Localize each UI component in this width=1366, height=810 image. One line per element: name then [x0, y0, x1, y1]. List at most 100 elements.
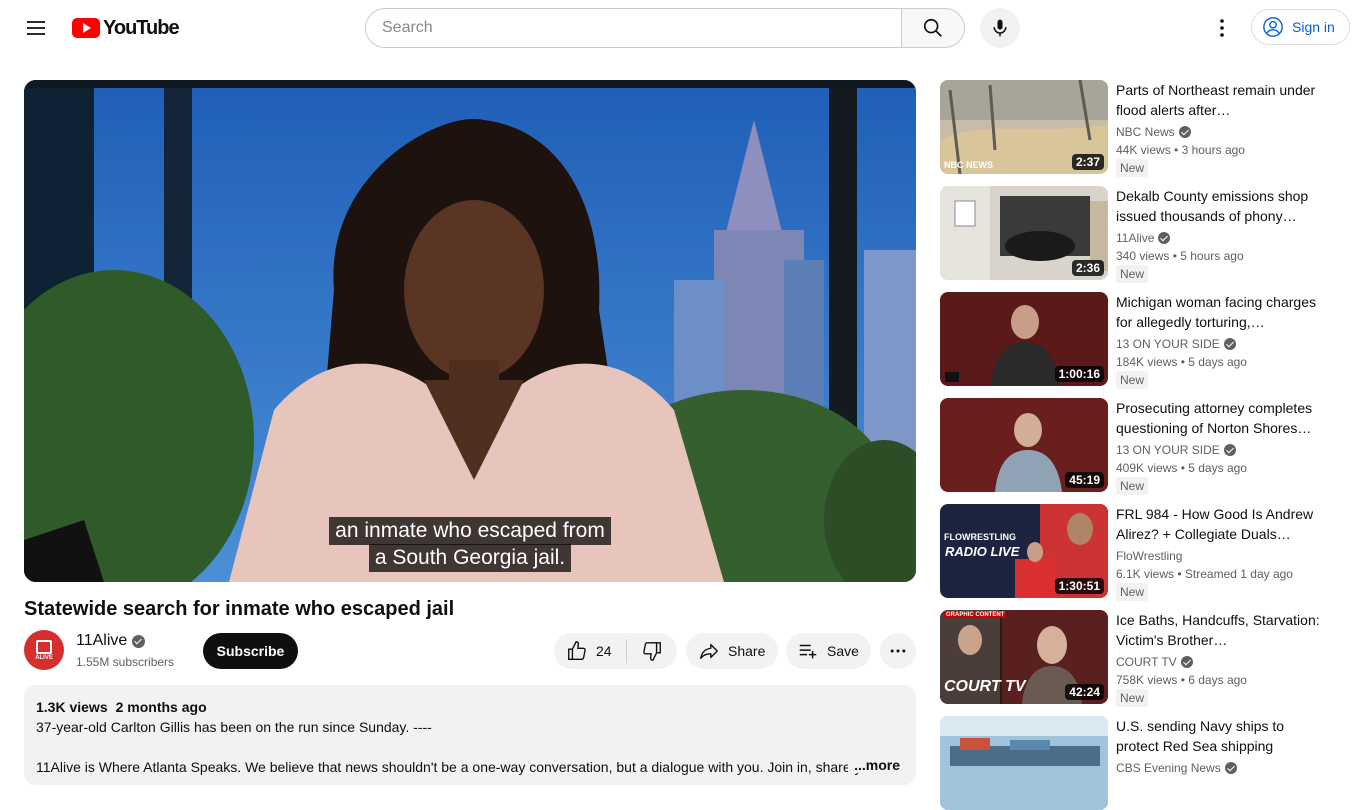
youtube-wordmark: YouTube: [103, 16, 180, 39]
sign-in-button[interactable]: Sign in: [1251, 9, 1350, 45]
voice-search-button[interactable]: [980, 8, 1020, 48]
description-expand-button[interactable]: ...more: [848, 757, 900, 773]
hamburger-menu-icon: [27, 21, 45, 35]
related-video-item[interactable]: GRAPHIC CONTENT COURT TV 42:24 Ice Baths…: [940, 610, 1342, 707]
thumbnail-watermark: NBC NEWS: [944, 160, 993, 170]
upload-age: 6 days ago: [1188, 673, 1247, 687]
thumbs-up-icon: [568, 641, 586, 660]
verified-badge-icon: [1158, 232, 1171, 244]
thumbs-down-icon: [643, 642, 661, 661]
description-box[interactable]: 1.3K views 2 months ago 37-year-old Carlt…: [24, 685, 916, 785]
channel-logo-icon: [36, 639, 52, 654]
upload-age: 5 hours ago: [1180, 249, 1244, 263]
new-badge: New: [1116, 159, 1149, 177]
dislike-button[interactable]: [627, 633, 677, 669]
subscriber-count: 1.55M subscribers: [76, 655, 175, 669]
video-player[interactable]: an inmate who escaped from a South Georg…: [24, 80, 916, 582]
subscribe-button[interactable]: Subscribe: [203, 633, 298, 669]
thumbnail-watermark: FLOWRESTLING: [944, 532, 1016, 542]
channel-name: 11Alive: [1116, 229, 1326, 247]
view-count: 1.3K views: [36, 699, 108, 715]
video-stats: 409K views • 5 days ago: [1116, 461, 1247, 475]
share-button[interactable]: Share: [686, 633, 778, 669]
channel-name: FloWrestling: [1116, 547, 1326, 565]
related-video-item[interactable]: U.S. sending Navy ships to protect Red S…: [940, 716, 1342, 810]
video-details: Prosecuting attorney completes questioni…: [1116, 398, 1326, 495]
video-stats: 44K views • 3 hours ago: [1116, 143, 1245, 157]
save-button[interactable]: Save: [786, 633, 871, 669]
share-label: Share: [728, 643, 766, 659]
search-input[interactable]: [365, 8, 901, 48]
view-count: 184K views: [1116, 355, 1178, 369]
video-duration: 42:24: [1065, 684, 1104, 700]
video-thumbnail: GRAPHIC CONTENT COURT TV 42:24: [940, 610, 1108, 704]
microphone-icon: [993, 19, 1007, 37]
captions-window: an inmate who escaped from: [24, 517, 916, 545]
masthead: YouTube Sign in: [0, 0, 1366, 56]
channel-name-link[interactable]: 11Alive: [76, 632, 146, 650]
channel-avatar[interactable]: ALIVE: [24, 630, 64, 670]
more-vertical-icon: [1220, 19, 1224, 37]
related-video-item[interactable]: 45:19 Prosecuting attorney completes que…: [940, 398, 1342, 495]
channel-name: COURT TV: [1116, 653, 1326, 671]
search-icon: [923, 18, 942, 37]
related-video-item[interactable]: 1:00:16 Michigan woman facing charges fo…: [940, 292, 1342, 389]
view-count: 340 views: [1116, 249, 1170, 263]
video-title: U.S. sending Navy ships to protect Red S…: [1116, 718, 1285, 754]
video-title: FRL 984 - How Good Is Andrew Alirez? + C…: [1116, 506, 1314, 542]
video-thumbnail: FLOWRESTLING RADIO LIVE 1:30:51: [940, 504, 1108, 598]
video-title: Prosecuting attorney completes questioni…: [1116, 400, 1313, 436]
video-thumbnail: [940, 716, 1108, 810]
channel-name: NBC News: [1116, 123, 1326, 141]
account-icon: [1263, 17, 1283, 37]
related-video-item[interactable]: 2:36 Dekalb County emissions shop issued…: [940, 186, 1342, 283]
channel-name-text: FloWrestling: [1116, 549, 1183, 563]
caption-line: a South Georgia jail.: [368, 544, 572, 572]
settings-menu-button[interactable]: [1202, 8, 1242, 48]
youtube-logo[interactable]: YouTube: [72, 16, 180, 40]
new-badge: New: [1116, 689, 1149, 707]
channel-avatar-text: ALIVE: [35, 654, 53, 661]
verified-badge-icon: [132, 634, 146, 648]
video-thumbnail: 2:36: [940, 186, 1108, 280]
description-meta: 1.3K views 2 months ago: [36, 697, 904, 717]
video-details: Dekalb County emissions shop issued thou…: [1116, 186, 1326, 283]
video-stats: 758K views • 6 days ago: [1116, 673, 1247, 687]
like-button[interactable]: 24: [554, 633, 626, 669]
new-badge: New: [1116, 265, 1149, 283]
related-video-item[interactable]: NBC NEWS 2:37 Parts of Northeast remain …: [940, 80, 1342, 177]
search-box: [365, 8, 965, 48]
upload-age: Streamed 1 day ago: [1184, 567, 1293, 581]
view-count: 758K views: [1116, 673, 1178, 687]
more-actions-button[interactable]: [880, 633, 916, 669]
like-count: 24: [596, 643, 612, 659]
more-horizontal-icon: [890, 649, 906, 653]
save-label: Save: [827, 643, 859, 659]
verified-badge-icon: [1224, 762, 1237, 774]
video-stats: 184K views • 5 days ago: [1116, 355, 1247, 369]
guide-menu-button[interactable]: [16, 8, 56, 48]
view-count: 6.1K views: [1116, 567, 1175, 581]
video-frame: [24, 80, 916, 582]
video-duration: 2:37: [1071, 154, 1104, 170]
caption-line: an inmate who escaped from: [329, 517, 611, 545]
verified-badge-icon: [1223, 444, 1236, 456]
video-thumbnail: 45:19: [940, 398, 1108, 492]
video-stats: 340 views • 5 hours ago: [1116, 249, 1244, 263]
upload-date: 2 months ago: [115, 699, 207, 715]
video-title: Dekalb County emissions shop issued thou…: [1116, 188, 1309, 224]
thumbnail-caption: RADIO LIVE: [945, 544, 1020, 559]
channel-name: 11Alive: [76, 632, 128, 649]
video-thumbnail: NBC NEWS 2:37: [940, 80, 1108, 174]
channel-name-text: NBC News: [1116, 125, 1175, 139]
video-title: Ice Baths, Handcuffs, Starvation: Victim…: [1116, 612, 1320, 648]
channel-name: CBS Evening News: [1116, 759, 1326, 777]
thumbnail-caption: COURT TV: [944, 678, 1026, 695]
channel-name-text: CBS Evening News: [1116, 761, 1221, 775]
related-video-item[interactable]: FLOWRESTLING RADIO LIVE 1:30:51 FRL 984 …: [940, 504, 1342, 601]
search-button[interactable]: [901, 8, 965, 48]
captions-window-2: a South Georgia jail.: [24, 544, 916, 572]
description-text-line: 37-year-old Carlton Gillis has been on t…: [36, 719, 432, 735]
share-icon: [700, 643, 718, 660]
video-details: FRL 984 - How Good Is Andrew Alirez? + C…: [1116, 504, 1326, 601]
